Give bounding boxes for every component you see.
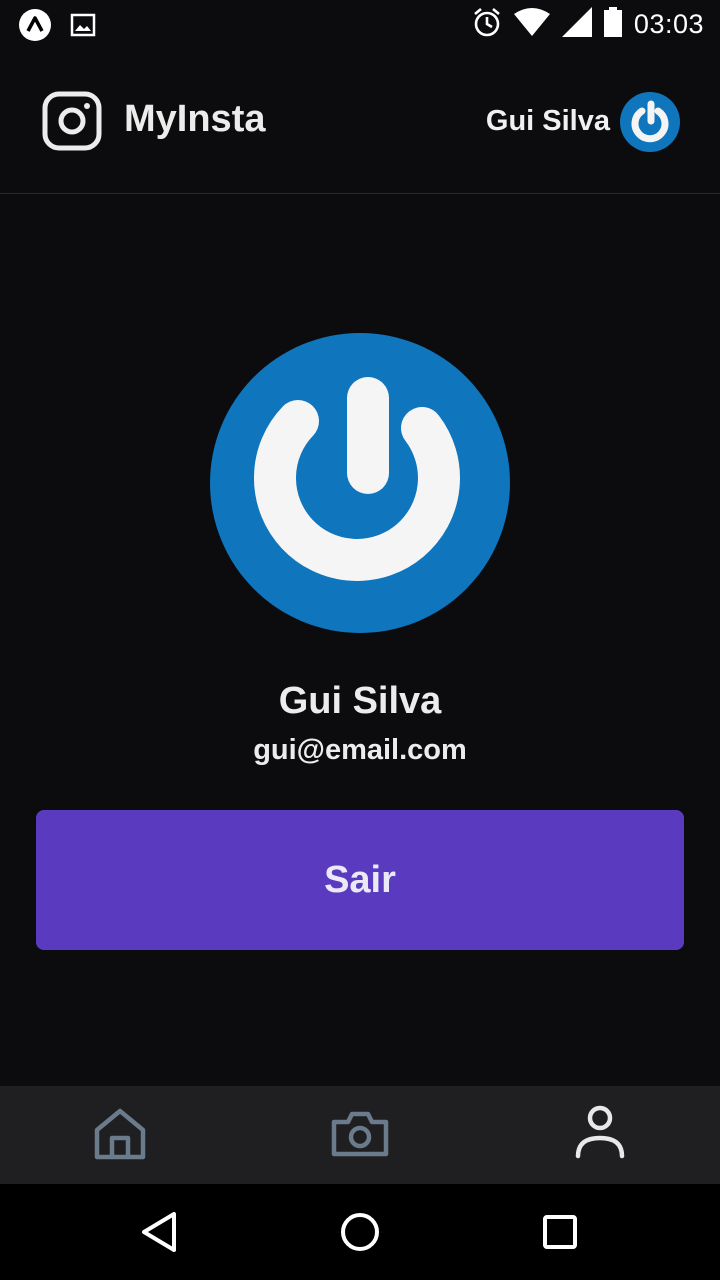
battery-icon [603, 7, 622, 42]
app-title: MyInsta [124, 98, 266, 140]
user-icon[interactable] [570, 1104, 630, 1164]
system-nav-bar [0, 1184, 720, 1280]
signal-icon [561, 7, 592, 42]
back-triangle-icon[interactable] [136, 1208, 184, 1256]
status-time: 03:03 [633, 9, 704, 39]
logout-button[interactable]: Sair [36, 810, 684, 950]
expo-icon [18, 8, 52, 47]
image-icon [70, 12, 96, 43]
profile-avatar [210, 333, 510, 633]
camera-icon[interactable] [330, 1104, 390, 1164]
profile-name: Gui Silva [278, 680, 442, 722]
home-icon[interactable] [90, 1104, 150, 1164]
header-avatar[interactable] [620, 92, 680, 152]
bottom-tab-bar [0, 1086, 720, 1184]
recent-square-icon[interactable] [536, 1208, 584, 1256]
profile-email: gui@email.com [253, 734, 467, 766]
instagram-icon [42, 91, 102, 151]
app-header: MyInsta Gui Silva [0, 48, 720, 194]
header-user-name: Gui Silva [485, 105, 610, 137]
wifi-icon [513, 8, 550, 41]
alarm-icon [472, 6, 502, 43]
status-bar: 03:03 [0, 0, 720, 48]
home-circle-icon[interactable] [336, 1208, 384, 1256]
